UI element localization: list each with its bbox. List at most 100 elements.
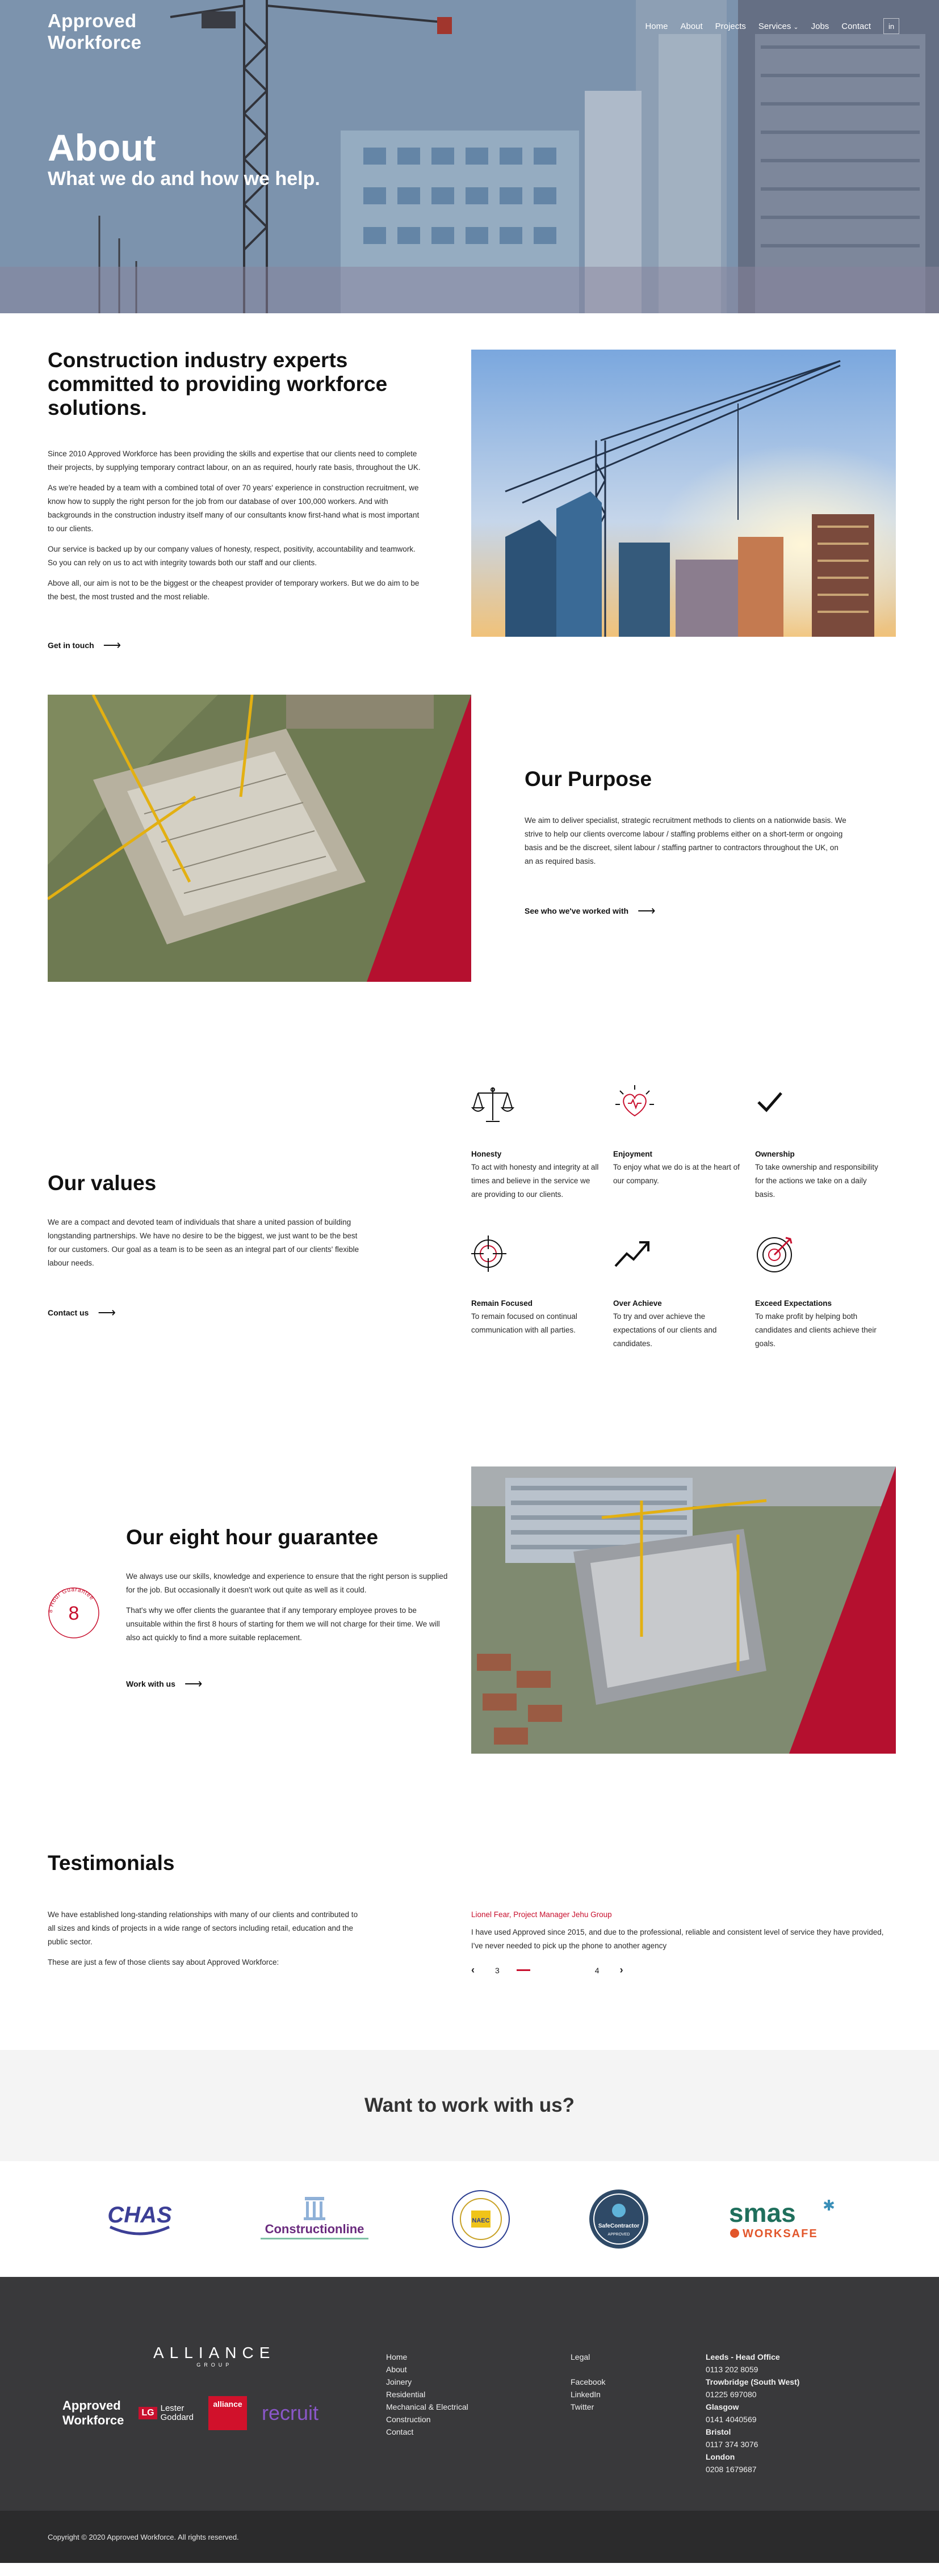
value-text: To take ownership and responsibility for… <box>755 1163 878 1199</box>
footer-link-contact[interactable]: Contact <box>386 2426 468 2438</box>
hero-banner: Approved Workforce Home About Projects S… <box>0 0 939 313</box>
value-title: Enjoyment <box>613 1150 653 1158</box>
lester-goddard-logo[interactable]: LG Lester Goddard <box>139 2404 194 2422</box>
naec-logo: NAEC <box>450 2188 512 2250</box>
work-with-us-link[interactable]: Work with us ⟶ <box>126 1676 202 1691</box>
site-logo[interactable]: Approved Workforce <box>48 10 141 53</box>
chevron-down-icon: ⌄ <box>793 23 799 31</box>
pager-current: 3 <box>495 1965 500 1975</box>
approved-workforce-footer-logo[interactable]: Approved Workforce <box>62 2398 124 2428</box>
footer-link-mechanical-electrical[interactable]: Mechanical & Electrical <box>386 2401 468 2413</box>
office-name: Bristol <box>706 2427 731 2436</box>
footer-link-construction[interactable]: Construction <box>386 2413 468 2426</box>
nav-home[interactable]: Home <box>645 22 668 31</box>
values-section: Our values We are a compact and devoted … <box>0 1058 939 1466</box>
footer-link-home[interactable]: Home <box>386 2351 468 2363</box>
chas-logo-text: CHAS <box>108 2203 173 2228</box>
safecontractor-logo: SafeContractor APPROVED <box>588 2188 650 2250</box>
testimonials-paragraph: We have established long-standing relati… <box>48 1910 358 1946</box>
value-title: Exceed Expectations <box>755 1299 832 1308</box>
site-footer: ALLIANCE GROUP Approved Workforce LG Les… <box>0 2277 939 2511</box>
office-phone[interactable]: 01225 697080 <box>706 2388 799 2401</box>
recruit-logo-text: recruit <box>262 2401 319 2424</box>
footer-link-about[interactable]: About <box>386 2363 468 2376</box>
value-card-ownership: Ownership To take ownership and responsi… <box>755 1083 897 1201</box>
office-name: Leeds - Head Office <box>706 2352 780 2361</box>
see-clients-label: See who we've worked with <box>525 906 629 915</box>
office-name: London <box>706 2452 735 2461</box>
value-text: To enjoy what we do is at the heart of o… <box>613 1163 740 1185</box>
intro-paragraph: As we're headed by a team with a combine… <box>48 484 420 533</box>
office-phone[interactable]: 0117 374 3076 <box>706 2438 799 2451</box>
linkedin-icon[interactable]: in <box>883 18 899 34</box>
footer-link-residential[interactable]: Residential <box>386 2388 468 2401</box>
guarantee-heading: Our eight hour guarantee <box>126 1526 379 1549</box>
safecontractor-logo-sub: APPROVED <box>607 2233 630 2237</box>
brand-logos: Approved Workforce LG Lester Goddard alli… <box>62 2396 318 2430</box>
smas-worksafe-logo: smas ✱ WORKSAFE <box>726 2188 839 2250</box>
value-title: Over Achieve <box>613 1299 662 1308</box>
testimonial-quote: I have used Approved since 2015, and due… <box>471 1928 884 1950</box>
group-brands: ALLIANCE GROUP Approved Workforce LG Les… <box>62 2344 369 2435</box>
value-title: Ownership <box>755 1150 795 1158</box>
office-name: Glasgow <box>706 2402 739 2411</box>
nav-projects[interactable]: Projects <box>715 22 746 31</box>
office-phone[interactable]: 0208 1679687 <box>706 2463 799 2476</box>
values-body: We are a compact and devoted team of ind… <box>48 1218 359 1267</box>
get-in-touch-link[interactable]: Get in touch ⟶ <box>48 638 121 653</box>
smas-logo-text: smas <box>729 2198 796 2228</box>
trend-up-icon <box>613 1232 656 1275</box>
purpose-heading: Our Purpose <box>525 767 652 791</box>
nav-jobs[interactable]: Jobs <box>811 22 829 31</box>
building-site-aerial-image <box>48 695 471 982</box>
arrow-right-icon: ⟶ <box>98 1305 116 1319</box>
value-title: Remain Focused <box>471 1299 533 1308</box>
pager-total: 4 <box>594 1965 600 1975</box>
footer-link-twitter[interactable]: Twitter <box>571 2401 605 2413</box>
guarantee-paragraph: That's why we offer clients the guarante… <box>126 1606 440 1642</box>
testimonial-author: Lionel Fear, Project Manager Jehu Group <box>471 1910 612 1919</box>
lester-line-2: Goddard <box>160 2413 194 2422</box>
value-card-honesty: Honesty To act with honesty and integrit… <box>471 1083 613 1201</box>
scales-icon <box>471 1083 514 1126</box>
nav-contact[interactable]: Contact <box>841 22 871 31</box>
logo-line-1: Approved <box>48 10 137 31</box>
value-title: Honesty <box>471 1150 502 1158</box>
testimonial-pager: ‹ 3 4 › <box>471 1964 891 1976</box>
crosshair-icon <box>471 1232 514 1275</box>
intro-heading: Construction industry experts committed … <box>48 348 388 419</box>
nav-about[interactable]: About <box>680 22 702 31</box>
eight-hour-guarantee-badge: 8 Hour Guarantee 8 <box>48 1587 99 1638</box>
guarantee-section: 8 Hour Guarantee 8 Our eight hour guaran… <box>0 1466 939 1818</box>
logo-line-2: Workforce <box>48 32 142 53</box>
footer-link-joinery[interactable]: Joinery <box>386 2376 468 2388</box>
intro-paragraph: Our service is backed up by our company … <box>48 545 416 567</box>
chevron-right-icon[interactable]: › <box>620 1964 623 1976</box>
testimonials-paragraph: These are just a few of those clients sa… <box>48 1958 279 1966</box>
alliance-brand-logo[interactable]: alliance <box>208 2396 247 2430</box>
see-clients-link[interactable]: See who we've worked with ⟶ <box>525 904 656 918</box>
value-text: To remain focused on continual communica… <box>471 1312 577 1334</box>
badge-number: 8 <box>69 1603 79 1624</box>
office-phone[interactable]: 0141 4040569 <box>706 2413 799 2426</box>
contact-us-link[interactable]: Contact us ⟶ <box>48 1305 116 1320</box>
accreditations-row: CHAS Constructionline NAEC SafeContracto… <box>0 2161 939 2277</box>
nav-services[interactable]: Services ⌄ <box>758 22 799 31</box>
values-grid: Honesty To act with honesty and integrit… <box>471 1083 897 1351</box>
work-with-us-label: Work with us <box>126 1679 175 1688</box>
value-card-over-achieve: Over Achieve To try and over achieve the… <box>613 1232 755 1351</box>
footer-link-linkedin[interactable]: LinkedIn <box>571 2388 605 2401</box>
crane-skyline-image <box>471 350 896 637</box>
contact-us-label: Contact us <box>48 1308 89 1317</box>
footer-link-legal[interactable]: Legal <box>571 2351 605 2363</box>
value-text: To try and over achieve the expectations… <box>613 1312 717 1348</box>
footer-links: Home About Joinery Residential Mechanica… <box>386 2351 468 2438</box>
office-phone[interactable]: 0113 202 8059 <box>706 2363 799 2376</box>
chevron-left-icon[interactable]: ‹ <box>471 1964 475 1976</box>
value-text: To act with honesty and integrity at all… <box>471 1163 599 1199</box>
cta-heading: Want to work with us? <box>364 2094 575 2116</box>
footer-link-facebook[interactable]: Facebook <box>571 2376 605 2388</box>
recruit-logo[interactable]: recruit <box>262 2401 318 2425</box>
testimonial-slider: Lionel Fear, Project Manager Jehu Group … <box>471 1910 891 1976</box>
page-title: About <box>48 127 156 169</box>
